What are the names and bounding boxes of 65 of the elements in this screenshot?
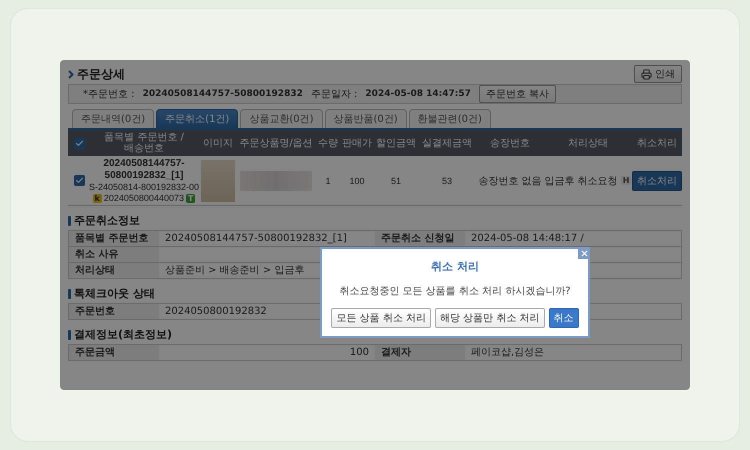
- field-label: 주문번호: [69, 304, 159, 319]
- bullet-icon: [68, 216, 71, 226]
- cancel-option-button[interactable]: 모든 상품 취소 처리: [331, 308, 431, 328]
- chevron-icon: [68, 70, 74, 78]
- column-header: 판매가: [341, 138, 373, 148]
- field-label: 처리상태: [69, 263, 159, 278]
- column-header: 이미지: [202, 138, 234, 148]
- order-date-label: 주문일자 :: [310, 88, 358, 101]
- section-title: 톡체크아웃 상태: [68, 286, 155, 301]
- table-cell-text: 53: [440, 176, 453, 186]
- status-badge: H: [620, 176, 632, 185]
- column-header: 처리상태: [567, 138, 609, 148]
- table-cell-text: 송장번호 없음: [477, 174, 543, 188]
- print-button[interactable]: 인쇄: [634, 65, 682, 83]
- field-value: 상품준비 > 배송준비 > 입금후: [164, 264, 306, 278]
- field-label: 품목별 주문번호: [69, 231, 159, 246]
- dialog-title: 취소 처리: [431, 259, 479, 274]
- field-label: 주문취소 신청일: [375, 231, 465, 246]
- order-date: 2024-05-08 14:47:57: [365, 89, 471, 99]
- tab[interactable]: 주문취소(1건): [156, 109, 238, 128]
- tab[interactable]: 주문내역(0건): [72, 109, 154, 128]
- copy-button[interactable]: 주문번호 복사: [478, 85, 556, 103]
- close-icon[interactable]: [578, 247, 590, 259]
- photo-placeholder: [201, 160, 235, 202]
- row-checkbox[interactable]: [74, 175, 84, 186]
- status-text: 입금후 취소요청: [544, 174, 618, 188]
- dialog-message: 취소요청중인 모든 상품를 취소 처리 하시겠습니까?: [339, 285, 571, 298]
- table-cell-text: 1: [324, 176, 332, 186]
- bullet-icon: [68, 288, 71, 298]
- page-title: 주문상세: [68, 66, 125, 82]
- channel-badge: T: [186, 194, 196, 202]
- field-value: 2024050800192832: [164, 305, 268, 319]
- column-header: 송장번호: [489, 138, 531, 148]
- bullet-icon: [68, 330, 71, 340]
- tab[interactable]: 환불관련(0건): [408, 109, 491, 128]
- cancel-option-button[interactable]: 해당 상품만 취소 처리: [435, 308, 545, 328]
- section-title: 결제정보(최초정보): [68, 327, 172, 342]
- printer-icon: [641, 68, 652, 80]
- shipping-number: S-24050814-800192832-00: [88, 182, 200, 192]
- sub-order-number: 2024050800440073: [104, 193, 184, 203]
- channel-badge: k: [92, 194, 102, 202]
- column-header: 품목별 주문번호 /배송번호: [103, 132, 185, 154]
- column-header: 할인금액: [375, 138, 417, 148]
- tab[interactable]: 상품교환(0건): [240, 109, 323, 128]
- table-cell-text: 51: [390, 176, 402, 186]
- order-number: 20240508144757-50800192832: [142, 89, 303, 99]
- cancel-button[interactable]: 취소: [548, 308, 579, 328]
- field-label: 취소 사유: [69, 247, 159, 262]
- section-title: 주문취소정보: [68, 213, 140, 228]
- order-number-label: *주문번호 :: [83, 88, 135, 101]
- column-header: 취소처리: [636, 138, 678, 148]
- column-header: 수량: [317, 138, 339, 148]
- tab[interactable]: 상품반품(0건): [324, 109, 407, 128]
- field-label: 주문금액: [69, 345, 159, 360]
- field-value: 100: [348, 346, 370, 360]
- field-value: 2024-05-08 14:48:17 /: [470, 232, 585, 246]
- cancel-process-button[interactable]: 취소처리: [632, 170, 682, 190]
- field-label: 결제자: [375, 345, 465, 360]
- select-all-checkbox[interactable]: [74, 138, 84, 148]
- column-header: 주문상품명/옵션: [238, 138, 314, 148]
- table-cell-text: 100: [348, 176, 366, 186]
- field-value: 20240508144757-50800192832_[1]: [164, 232, 348, 246]
- column-header: 실결제금액: [421, 138, 473, 148]
- item-order-number: 20240508144757-50800192832_[1]: [102, 158, 186, 181]
- field-value: 페이코샵,김성은: [470, 346, 546, 360]
